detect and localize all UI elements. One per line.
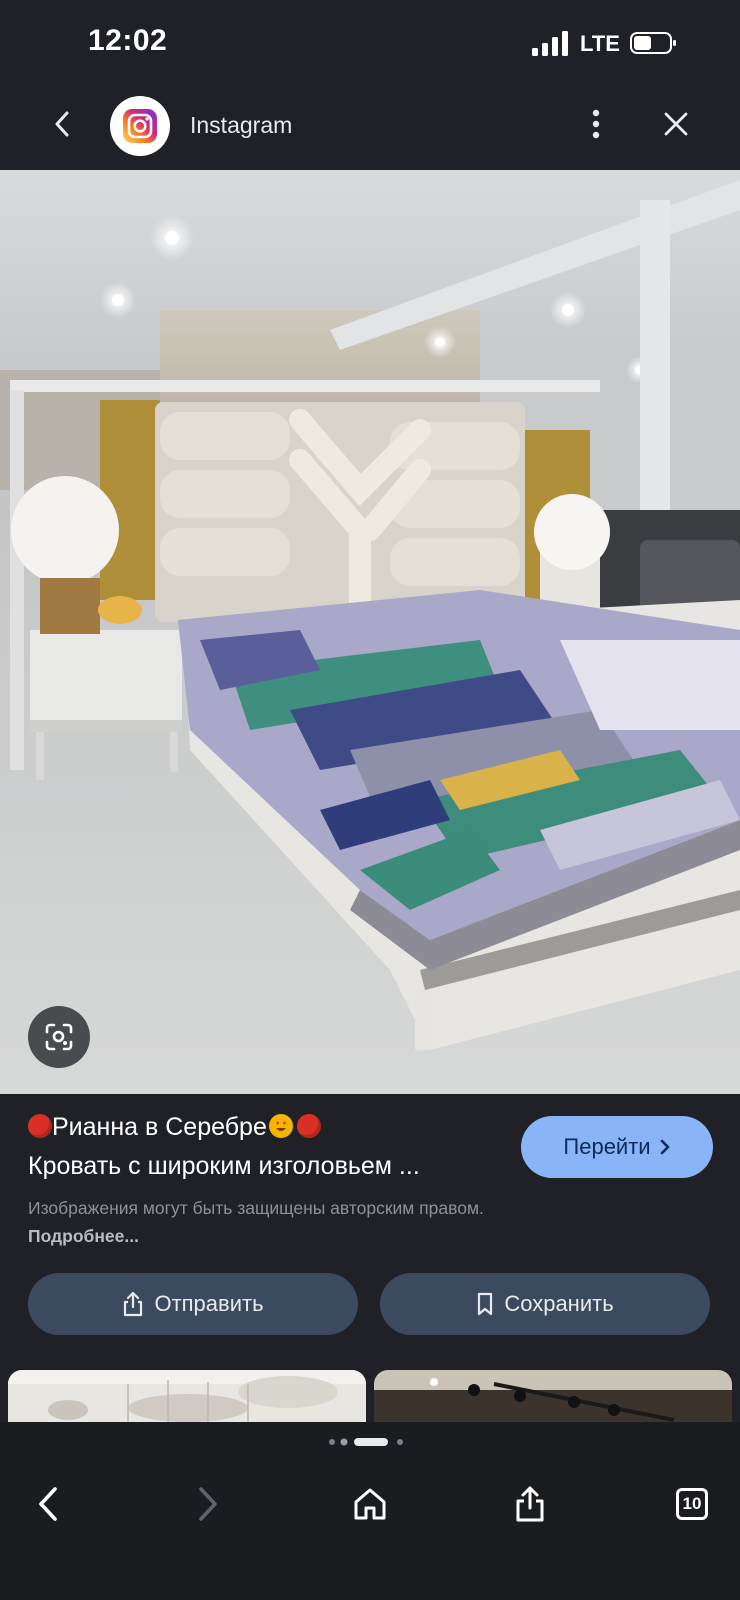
visit-button-label: Перейти xyxy=(563,1134,651,1159)
share-icon xyxy=(124,1291,143,1317)
result-title-line2[interactable]: Кровать с широким изголовьем ... xyxy=(28,1152,488,1181)
browser-share-button[interactable] xyxy=(502,1476,558,1532)
close-icon xyxy=(664,112,688,136)
app-logo[interactable] xyxy=(110,96,170,156)
tab-count: 10 xyxy=(682,1494,702,1513)
result-title-text: Рианна в Серебре xyxy=(52,1113,267,1141)
source-app-name: Instagram xyxy=(190,112,293,138)
save-button[interactable]: Сохранить xyxy=(380,1273,710,1335)
learn-more-link[interactable]: Подробнее... xyxy=(28,1226,139,1246)
more-options-button[interactable] xyxy=(578,106,614,142)
red-circle-emoji-icon xyxy=(296,1114,321,1138)
related-image-thumbnail[interactable] xyxy=(8,1370,366,1422)
status-time: 12:02 xyxy=(88,24,168,57)
signal-icon xyxy=(532,31,568,56)
main-image[interactable] xyxy=(0,170,740,1094)
battery-icon xyxy=(630,32,676,54)
browser-forward-button[interactable] xyxy=(180,1476,236,1532)
red-circle-emoji-icon xyxy=(28,1114,52,1138)
network-type: LTE xyxy=(580,31,620,56)
back-icon xyxy=(39,1487,57,1521)
chandelier-photo xyxy=(8,1370,366,1422)
copyright-notice: Изображения могут быть защищены авторски… xyxy=(28,1194,528,1250)
back-button[interactable] xyxy=(44,106,80,142)
visit-button[interactable]: Перейти xyxy=(521,1116,713,1178)
share-icon xyxy=(516,1486,544,1522)
share-button-label: Отправить xyxy=(154,1291,264,1316)
heart-eyes-emoji-icon xyxy=(268,1114,293,1138)
lens-search-button[interactable] xyxy=(28,1006,90,1068)
more-vert-icon xyxy=(592,109,600,139)
showroom-photo xyxy=(374,1370,732,1422)
copyright-text: Изображения могут быть защищены авторски… xyxy=(28,1198,484,1218)
forward-icon xyxy=(199,1487,217,1521)
save-button-label: Сохранить xyxy=(504,1291,614,1316)
tabs-icon: 10 xyxy=(676,1488,708,1520)
page-indicator xyxy=(329,1438,403,1446)
close-button[interactable] xyxy=(658,106,694,142)
result-title-line1[interactable]: Рианна в Серебре xyxy=(28,1113,321,1142)
bedroom-photo xyxy=(0,170,740,1094)
home-icon xyxy=(354,1488,386,1520)
back-icon xyxy=(55,111,69,137)
bookmark-icon xyxy=(478,1292,493,1316)
related-image-thumbnail[interactable] xyxy=(374,1370,732,1422)
lens-icon xyxy=(45,1023,73,1051)
share-button[interactable]: Отправить xyxy=(28,1273,358,1335)
chevron-right-icon xyxy=(660,1139,669,1155)
instagram-logo-icon xyxy=(123,109,157,143)
browser-back-button[interactable] xyxy=(20,1476,76,1532)
browser-home-button[interactable] xyxy=(342,1476,398,1532)
browser-tabs-button[interactable]: 10 xyxy=(664,1476,720,1532)
